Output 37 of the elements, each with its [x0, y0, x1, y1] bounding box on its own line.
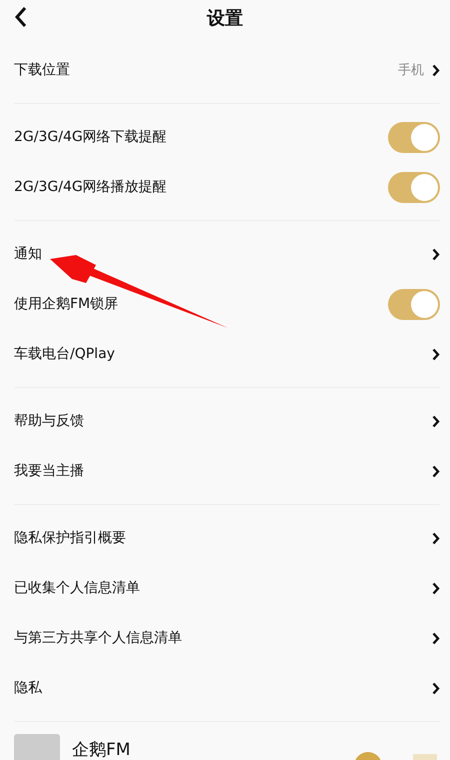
setting-label: 与第三方共享个人信息清单: [14, 629, 182, 647]
setting-row[interactable]: 下载位置 手机: [14, 45, 440, 95]
setting-row[interactable]: 帮助与反馈: [14, 396, 440, 446]
setting-row[interactable]: 车载电台/QPlay: [14, 329, 440, 379]
toggle-switch[interactable]: [388, 172, 440, 202]
setting-label: 帮助与反馈: [14, 412, 84, 430]
page-title: 设置: [207, 7, 243, 30]
setting-row[interactable]: 隐私保护指引概要: [14, 513, 440, 563]
setting-label: 2G/3G/4G网络下载提醒: [14, 128, 167, 146]
toggle-switch[interactable]: [388, 122, 440, 152]
chevron-right-icon: [432, 348, 440, 360]
chevron-right-icon: [432, 248, 440, 260]
back-icon: [14, 6, 28, 28]
setting-row[interactable]: 通知: [14, 229, 440, 279]
player-title: 企鹅FM: [72, 739, 130, 760]
setting-label: 2G/3G/4G网络播放提醒: [14, 178, 167, 196]
setting-label: 已收集个人信息清单: [14, 579, 140, 597]
setting-value: 手机: [398, 62, 424, 79]
chevron-right-icon: [432, 632, 440, 644]
setting-label: 车载电台/QPlay: [14, 345, 115, 363]
setting-row[interactable]: 已收集个人信息清单: [14, 563, 440, 613]
setting-row[interactable]: 我要当主播: [14, 446, 440, 496]
setting-label: 下载位置: [14, 61, 70, 79]
chevron-right-icon: [432, 682, 440, 694]
toggle-switch[interactable]: [388, 288, 440, 320]
chevron-right-icon: [432, 582, 440, 594]
setting-label: 我要当主播: [14, 462, 84, 480]
setting-label: 使用企鹅FM锁屏: [14, 295, 118, 313]
chevron-right-icon: [432, 532, 440, 544]
setting-label: 隐私: [14, 679, 42, 697]
chevron-right-icon: [432, 64, 440, 76]
setting-label: 隐私保护指引概要: [14, 529, 126, 547]
chevron-right-icon: [432, 414, 440, 428]
chevron-right-icon: [432, 464, 440, 478]
setting-row[interactable]: 与第三方共享个人信息清单: [14, 613, 440, 663]
setting-row[interactable]: 隐私: [14, 663, 440, 713]
setting-label: 通知: [14, 245, 42, 263]
